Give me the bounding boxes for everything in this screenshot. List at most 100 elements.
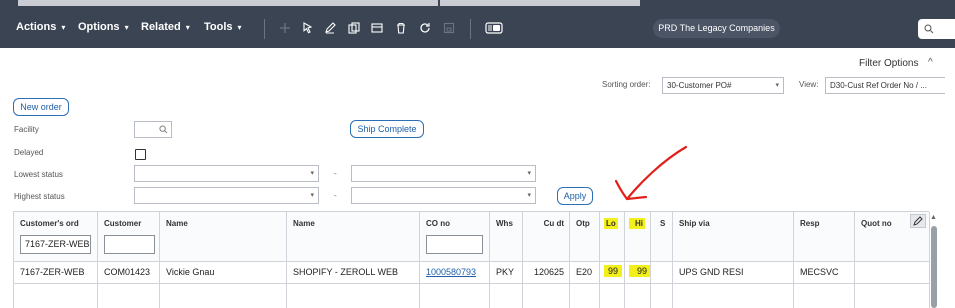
empty-cell <box>98 284 160 308</box>
chevron-down-icon: ▾ <box>185 23 190 32</box>
chevron-up-icon[interactable]: ^ <box>928 57 933 68</box>
highest-status-label: Highest status <box>14 192 65 201</box>
lo-value: 99 <box>604 265 623 277</box>
lowest-status-label: Lowest status <box>14 170 63 179</box>
edit-pencil-icon <box>913 216 923 226</box>
empty-cell <box>855 284 930 308</box>
column-header-ship-via[interactable]: Ship via <box>673 212 794 262</box>
empty-cell <box>160 284 287 308</box>
plus-icon[interactable] <box>277 20 293 36</box>
column-label: Customer <box>104 219 142 228</box>
customers-ord-filter-input[interactable]: 7167-ZER-WEB <box>20 235 91 254</box>
facility-input[interactable] <box>134 121 172 138</box>
view-value: D30-Cust Ref Order No / ... <box>830 81 927 90</box>
sorting-order-select[interactable]: 30-Customer PO# ▾ <box>662 77 784 94</box>
edit-pencil-icon[interactable] <box>322 20 338 36</box>
column-label: Name <box>293 219 315 228</box>
range-separator: - <box>334 169 337 178</box>
menu-tools[interactable]: Tools ▾ <box>204 21 242 33</box>
column-label: Cu dt <box>543 219 564 228</box>
lowest-status-from-select[interactable]: ▾ <box>134 165 319 182</box>
empty-cell <box>625 284 651 308</box>
new-order-button[interactable]: New order <box>13 98 69 116</box>
menu-options[interactable]: Options ▾ <box>78 21 129 33</box>
sorting-order-value: 30-Customer PO# <box>667 81 732 90</box>
menu-actions[interactable]: Actions ▾ <box>16 21 65 33</box>
delete-icon[interactable] <box>393 20 409 36</box>
cell-hi: 99 <box>625 262 651 284</box>
empty-cell <box>490 284 523 308</box>
column-header-customers-ord[interactable]: Customer's ord 7167-ZER-WEB <box>14 212 98 262</box>
cell-whs: PKY <box>490 262 523 284</box>
lowest-status-to-select[interactable]: ▾ <box>351 165 536 182</box>
apply-button[interactable]: Apply <box>557 187 593 205</box>
scroll-up-arrow-icon[interactable]: ▲ <box>930 214 937 221</box>
save-icon[interactable] <box>441 20 457 36</box>
menu-related[interactable]: Related ▾ <box>141 21 190 33</box>
column-header-hi[interactable]: Hi <box>625 212 651 262</box>
cell-quot-no <box>855 262 930 284</box>
ship-complete-button[interactable]: Ship Complete <box>350 120 424 138</box>
cell-cu-dt: 120625 <box>523 262 570 284</box>
column-header-cu-dt[interactable]: Cu dt <box>523 212 570 262</box>
range-separator: - <box>334 191 337 200</box>
customer-filter-input[interactable] <box>104 235 155 254</box>
column-label: Whs <box>496 219 513 228</box>
filter-options-toggle[interactable]: Filter Options <box>859 58 918 69</box>
empty-cell <box>287 284 420 308</box>
grid-edit-button[interactable] <box>910 214 926 228</box>
column-header-customer[interactable]: Customer <box>98 212 160 262</box>
facility-label: Facility <box>14 125 39 134</box>
column-header-co-no[interactable]: CO no <box>420 212 490 262</box>
select-cursor-icon[interactable] <box>300 20 316 36</box>
column-label: S <box>660 219 666 228</box>
column-header-name-2[interactable]: Name <box>287 212 420 262</box>
copy-icon[interactable] <box>346 20 362 36</box>
highest-status-to-select[interactable]: ▾ <box>351 187 536 204</box>
search-icon[interactable] <box>159 125 168 134</box>
cell-otp: E20 <box>570 262 600 284</box>
window-top-strip <box>0 0 955 10</box>
column-header-whs[interactable]: Whs <box>490 212 523 262</box>
view-label: View: <box>799 80 819 89</box>
co-no-filter-input[interactable] <box>426 235 483 254</box>
column-header-resp[interactable]: Resp <box>794 212 855 262</box>
tab-bar-segment <box>440 0 640 6</box>
highest-status-from-select[interactable]: ▾ <box>134 187 319 204</box>
empty-cell <box>14 284 98 308</box>
column-header-s[interactable]: S <box>651 212 673 262</box>
search-button[interactable] <box>918 19 955 39</box>
orders-grid: Customer's ord 7167-ZER-WEB Customer Nam… <box>13 211 930 308</box>
column-label: Customer's ord <box>20 219 79 228</box>
column-label: Quot no <box>861 219 892 228</box>
cell-name-2: SHOPIFY - ZEROLL WEB <box>287 262 420 284</box>
chevron-down-icon: ▾ <box>527 192 531 199</box>
main-toolbar: Actions ▾ Options ▾ Related ▾ Tools ▾ PRD Th… <box>0 10 955 48</box>
search-icon <box>924 24 934 34</box>
column-label: Hi <box>629 218 645 229</box>
delayed-label: Delayed <box>14 148 44 157</box>
toolbar-divider <box>264 19 265 39</box>
view-select[interactable]: D30-Cust Ref Order No / ... <box>825 77 945 94</box>
cell-ship-via: UPS GND RESI <box>673 262 794 284</box>
column-header-otp[interactable]: Otp <box>570 212 600 262</box>
refresh-icon[interactable] <box>417 20 433 36</box>
column-label: Name <box>166 219 188 228</box>
cell-customer: COM01423 <box>98 262 160 284</box>
empty-cell <box>651 284 673 308</box>
co-no-link[interactable]: 1000580793 <box>426 267 476 277</box>
column-header-name[interactable]: Name <box>160 212 287 262</box>
chevron-down-icon: ▾ <box>310 192 314 199</box>
column-header-lo[interactable]: Lo <box>600 212 625 262</box>
cell-resp: MECSVC <box>794 262 855 284</box>
toolbar-divider <box>470 19 471 39</box>
cell-name: Vickie Gnau <box>160 262 287 284</box>
delayed-checkbox[interactable] <box>135 149 146 160</box>
cell-s <box>651 262 673 284</box>
chevron-down-icon: ▾ <box>775 82 779 89</box>
vertical-scrollbar-thumb[interactable] <box>931 226 937 308</box>
annotation-check-arrow-icon <box>614 145 688 201</box>
toggle-panel-icon[interactable] <box>484 20 504 36</box>
window-icon[interactable] <box>369 20 385 36</box>
environment-badge: PRD The Legacy Companies <box>653 19 780 38</box>
